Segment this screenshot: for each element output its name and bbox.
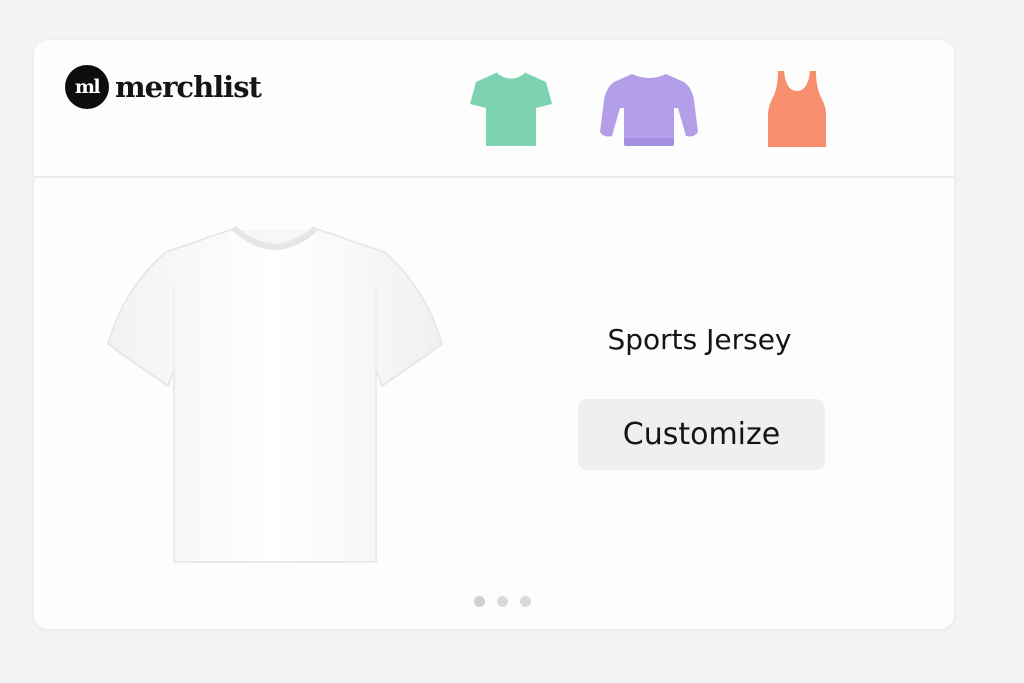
category-sweatshirt-button[interactable] xyxy=(598,70,700,150)
header: ml merchlist xyxy=(34,40,954,178)
carousel-dot[interactable] xyxy=(474,596,485,607)
carousel-pagination xyxy=(474,596,531,607)
carousel-dot[interactable] xyxy=(497,596,508,607)
category-tanktop-button[interactable] xyxy=(766,69,828,149)
logo[interactable]: ml merchlist xyxy=(65,65,262,109)
product-title: Sports Jersey xyxy=(607,323,792,356)
tanktop-icon xyxy=(768,71,826,147)
carousel-dot[interactable] xyxy=(520,596,531,607)
sweatshirt-icon xyxy=(600,74,698,146)
category-tshirt-button[interactable] xyxy=(468,66,554,148)
brand-name: merchlist xyxy=(115,70,262,104)
customize-button[interactable]: Customize xyxy=(578,399,825,470)
white-tshirt-image xyxy=(107,225,443,563)
logo-mark: ml xyxy=(65,65,109,109)
tshirt-icon xyxy=(470,70,552,146)
product-image xyxy=(106,225,446,570)
product-card: ml merchlist Sports Jersey Customize xyxy=(34,40,954,629)
